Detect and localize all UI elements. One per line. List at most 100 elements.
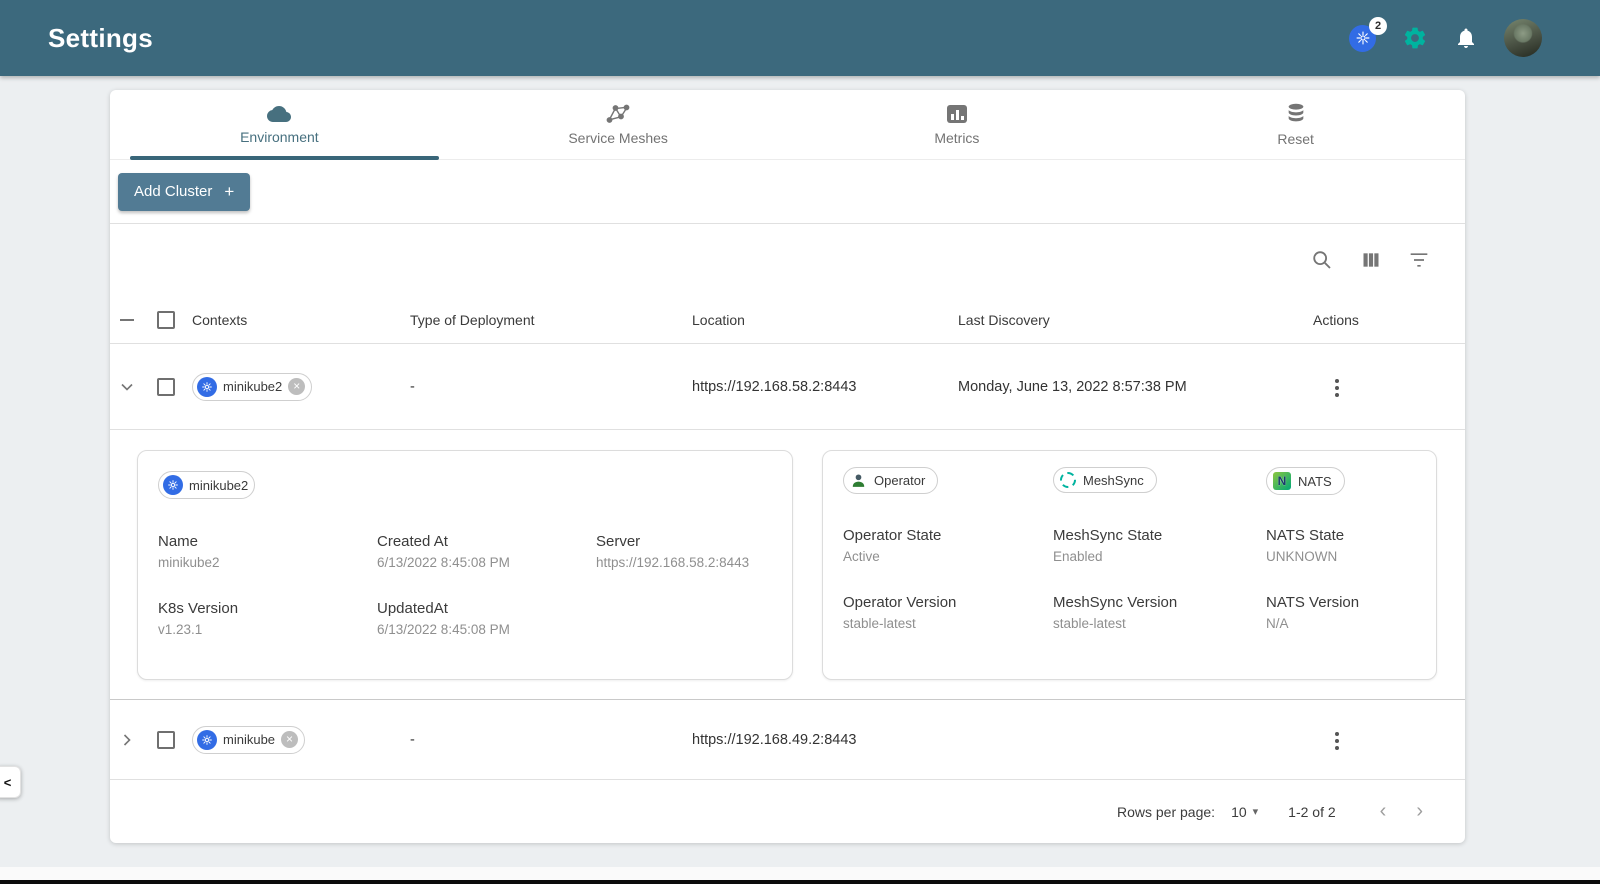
view-columns-icon [1363, 253, 1379, 267]
chip-label: MeshSync [1083, 472, 1144, 488]
chip-label: minikube2 [223, 379, 283, 394]
database-icon [1288, 103, 1303, 122]
chip-label: minikube2 [189, 477, 249, 493]
kubernetes-context-switcher[interactable]: 2 [1349, 16, 1387, 52]
cell-location: https://192.168.58.2:8443 [692, 378, 857, 395]
context-chip-minikube2[interactable]: minikube2 × [192, 372, 313, 401]
operator-person-icon [852, 474, 865, 487]
header-actions: 2 [1349, 16, 1542, 57]
row-detail-panel: minikube2 Name minikube2 Created At 6/13… [110, 430, 1465, 700]
field-created-at: Created At 6/13/2022 8:45:08 PM [377, 533, 510, 570]
field-updated-at: UpdatedAt 6/13/2022 8:45:08 PM [377, 600, 510, 637]
plus-icon: + [224, 181, 235, 201]
table-pagination: Rows per page: 10 ▾ 1-2 of 2 ‹ › [110, 780, 1465, 843]
table-row: minikube2 × - https://192.168.58.2:8443 … [110, 344, 1465, 430]
row-actions-menu-button[interactable] [1327, 373, 1347, 403]
chip-close-icon[interactable]: × [288, 378, 306, 395]
gear-icon [1404, 27, 1426, 49]
column-header-location[interactable]: Location [688, 312, 954, 328]
field-operator-state: Operator State Active [843, 527, 942, 564]
cloud-icon [267, 106, 292, 122]
table-row: minikube × - https://192.168.49.2:8443 [110, 700, 1465, 780]
field-server: Server https://192.168.58.2:8443 [596, 533, 750, 570]
context-chip-detail[interactable]: minikube2 [158, 471, 256, 499]
search-icon [1313, 251, 1331, 269]
deselect-all-icon[interactable] [120, 318, 134, 321]
search-button[interactable] [1311, 249, 1333, 271]
chip-label: NATS [1298, 473, 1332, 489]
table-toolbar [110, 224, 1465, 296]
column-header-type[interactable]: Type of Deployment [406, 312, 688, 328]
page-title: Settings [48, 22, 153, 53]
chip-close-icon[interactable]: × [281, 731, 299, 748]
tab-service-meshes[interactable]: Service Meshes [449, 90, 788, 159]
field-k8s-version: K8s Version v1.23.1 [158, 600, 239, 637]
tab-label: Metrics [934, 130, 980, 146]
row-checkbox[interactable] [157, 730, 175, 749]
tab-metrics[interactable]: Metrics [788, 90, 1127, 159]
context-count-badge: 2 [1369, 16, 1387, 35]
previous-page-button[interactable]: ‹ [1372, 796, 1395, 827]
expand-row-button[interactable] [117, 730, 137, 750]
tab-environment[interactable]: Environment [110, 90, 449, 160]
notifications-button[interactable] [1454, 26, 1478, 50]
nats-logo-icon: N [1273, 472, 1291, 490]
add-cluster-button[interactable]: Add Cluster + [118, 172, 251, 211]
pagination-range: 1-2 of 2 [1288, 803, 1336, 820]
app-header: Settings 2 [0, 0, 1600, 76]
cell-last-discovery: Monday, June 13, 2022 8:57:38 PM [958, 378, 1187, 395]
field-nats-version: NATS Version N/A [1266, 594, 1360, 631]
column-header-contexts[interactable]: Contexts [188, 312, 406, 328]
settings-gear-button[interactable] [1402, 25, 1428, 51]
cell-location: https://192.168.49.2:8443 [692, 731, 857, 748]
field-operator-version: Operator Version stable-latest [843, 594, 957, 631]
operator-chip[interactable]: Operator [843, 467, 939, 494]
column-header-actions: Actions [1313, 311, 1359, 328]
window-bottom-edge [0, 880, 1600, 884]
metrics-chart-icon [946, 105, 967, 123]
drawer-toggle-button[interactable]: < [0, 766, 21, 798]
row-actions-menu-button[interactable] [1327, 726, 1347, 756]
field-name: Name minikube2 [158, 533, 220, 570]
tab-label: Reset [1277, 131, 1314, 147]
filter-button[interactable] [1409, 251, 1429, 269]
settings-panel: Environment Service Meshes Metrics Reset… [110, 90, 1465, 843]
user-avatar[interactable] [1504, 19, 1542, 57]
tab-label: Environment [240, 129, 319, 145]
context-chip-minikube[interactable]: minikube × [192, 725, 306, 754]
kubernetes-icon [197, 729, 217, 750]
meshsync-chip[interactable]: MeshSync [1053, 467, 1157, 493]
settings-tabs: Environment Service Meshes Metrics Reset [110, 90, 1465, 160]
window-bottom-strip [0, 867, 1600, 880]
operator-detail-card: Operator MeshSync N NATS Operator State … [822, 450, 1437, 680]
kubernetes-icon [163, 475, 183, 495]
tab-reset[interactable]: Reset [1126, 90, 1465, 159]
table-header: Contexts Type of Deployment Location Las… [110, 296, 1465, 344]
chevron-down-icon [121, 383, 133, 391]
next-page-button[interactable]: › [1408, 796, 1431, 827]
row-checkbox[interactable] [157, 377, 175, 396]
add-cluster-label: Add Cluster [134, 183, 213, 200]
add-cluster-bar: Add Cluster + [110, 160, 1465, 224]
nats-chip[interactable]: N NATS [1266, 467, 1345, 495]
chip-label: minikube [223, 732, 276, 747]
collapse-row-button[interactable] [117, 377, 137, 397]
kubernetes-icon [197, 376, 217, 397]
bell-icon [1458, 28, 1474, 48]
column-header-last-discovery[interactable]: Last Discovery [954, 312, 1309, 328]
context-detail-card: minikube2 Name minikube2 Created At 6/13… [137, 450, 793, 680]
field-meshsync-state: MeshSync State Enabled [1053, 527, 1163, 564]
view-columns-button[interactable] [1361, 250, 1381, 270]
tab-label: Service Meshes [568, 130, 668, 146]
rows-per-page-select[interactable]: 10 ▾ [1231, 804, 1258, 820]
field-meshsync-version: MeshSync Version stable-latest [1053, 594, 1178, 631]
meshsync-ring-icon [1060, 472, 1076, 488]
cell-type-of-deployment: - [410, 378, 415, 395]
chip-label: Operator [874, 473, 926, 488]
rows-per-page-value: 10 [1231, 803, 1247, 820]
rows-per-page-label: Rows per page: [1117, 803, 1216, 820]
chevron-right-icon [123, 733, 131, 746]
cell-type-of-deployment: - [410, 731, 415, 748]
select-all-checkbox[interactable] [157, 310, 175, 329]
field-nats-state: NATS State UNKNOWN [1266, 527, 1345, 564]
